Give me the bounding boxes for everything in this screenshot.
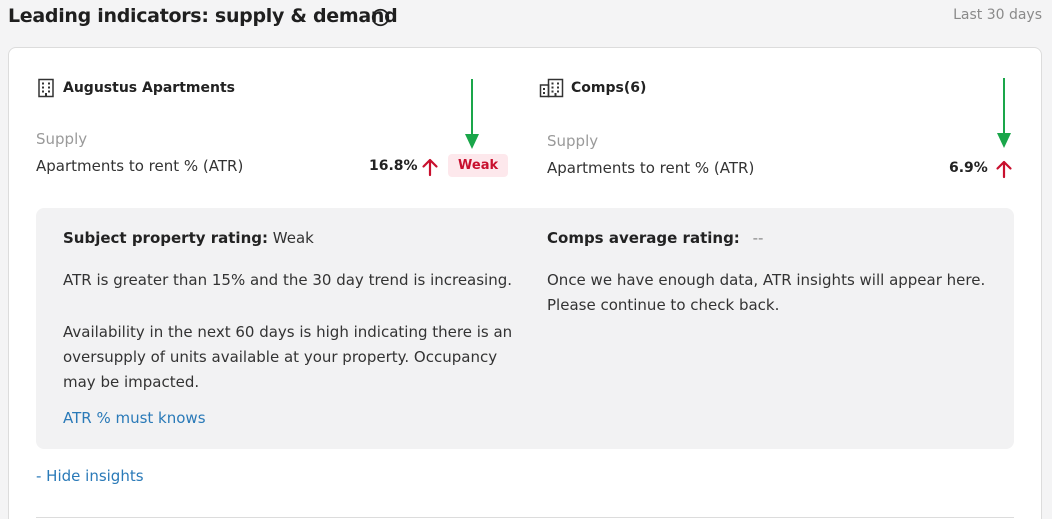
info-icon[interactable] xyxy=(371,8,390,27)
buildings-icon xyxy=(539,78,564,98)
arrow-up-icon xyxy=(996,160,1012,179)
section-header: Leading indicators: supply & demand Last… xyxy=(8,5,1042,31)
divider xyxy=(36,517,1014,518)
comps-atr-value: 6.9% xyxy=(949,160,988,176)
section-title: Leading indicators: supply & demand xyxy=(8,5,398,27)
subject-insight-2: Availability in the next 60 days is high… xyxy=(63,323,513,391)
annotation-arrow-down-icon xyxy=(997,78,1011,148)
comps-rating-value: -- xyxy=(752,229,764,247)
subject-atr-value: 16.8% xyxy=(369,158,418,174)
subject-supply-label: Supply xyxy=(36,130,88,148)
comps-insight: Once we have enough data, ATR insights w… xyxy=(547,271,986,314)
period-label: Last 30 days xyxy=(953,7,1042,23)
subject-rating-value: Weak xyxy=(272,229,314,247)
subject-insight-1: ATR is greater than 15% and the 30 day t… xyxy=(63,271,513,289)
annotation-arrow-down-icon xyxy=(465,79,479,149)
comps-rating-label: Comps average rating: xyxy=(547,229,740,247)
comps-header: Comps(6) xyxy=(539,77,646,99)
subject-rating: Subject property rating: Weak xyxy=(63,229,314,247)
comps-atr-label: Apartments to rent % (ATR) xyxy=(547,159,755,177)
comps-supply-label: Supply xyxy=(547,132,599,150)
arrow-up-icon xyxy=(422,158,438,177)
subject-property-header: Augustus Apartments xyxy=(35,77,235,99)
subject-atr-label: Apartments to rent % (ATR) xyxy=(36,157,244,175)
weak-badge: Weak xyxy=(448,154,509,177)
subject-property-name: Augustus Apartments xyxy=(63,80,235,96)
indicators-card: Augustus Apartments Supply Apartments to… xyxy=(8,47,1042,519)
building-icon xyxy=(38,78,54,98)
subject-rating-label: Subject property rating: xyxy=(63,229,268,247)
atr-must-knows-link[interactable]: ATR % must knows xyxy=(63,409,206,427)
comps-rating: Comps average rating: -- xyxy=(547,229,763,247)
hide-insights-link[interactable]: - Hide insights xyxy=(36,467,144,485)
comps-name: Comps(6) xyxy=(571,80,647,96)
insights-panel: Subject property rating: Weak ATR is gre… xyxy=(36,208,1014,449)
